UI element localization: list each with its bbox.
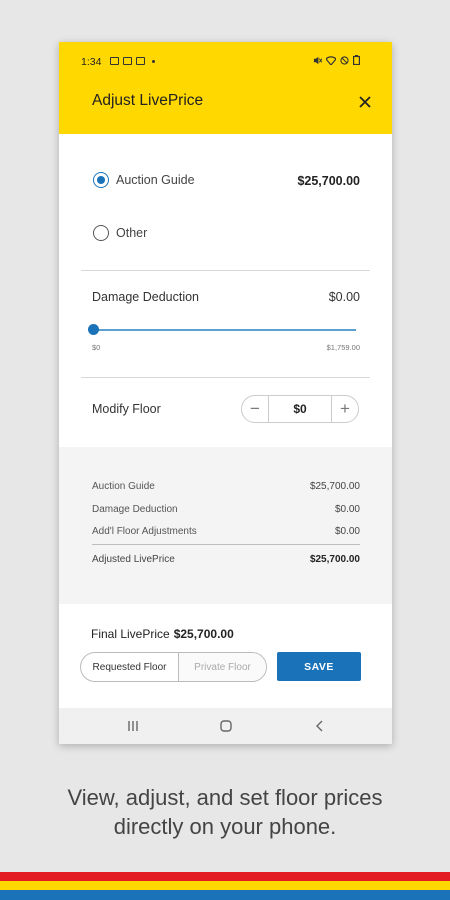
back-button[interactable] (310, 716, 330, 736)
radio-other[interactable]: Other (93, 225, 147, 241)
floor-type-toggle: Requested Floor Private Floor (80, 652, 267, 682)
divider (81, 270, 370, 271)
damage-slider-thumb[interactable] (88, 324, 99, 335)
final-liveprice-value: $25,700.00 (173, 627, 234, 641)
summary-value-floor-adjustments: $0.00 (334, 526, 360, 537)
image-icon (110, 57, 119, 65)
damage-slider-track[interactable] (94, 329, 356, 331)
increment-button[interactable]: + (332, 396, 358, 422)
system-status-icons (313, 55, 360, 65)
phone-screen: 1:34 Adjust LivePrice Auction Guide $25,… (59, 42, 392, 744)
caption-line-1: View, adjust, and set floor prices (67, 785, 383, 810)
adjusted-liveprice-value: $25,700.00 (309, 554, 360, 565)
final-liveprice-label: Final LivePrice (91, 627, 170, 641)
dot-icon (152, 60, 155, 63)
modify-floor-value[interactable]: $0 (269, 402, 331, 416)
damage-deduction-value: $0.00 (328, 290, 360, 304)
android-nav-bar (59, 708, 392, 744)
radio-button-checked[interactable] (93, 172, 109, 188)
home-icon (220, 720, 232, 732)
page-title: Adjust LivePrice (92, 92, 204, 109)
message-icon (123, 57, 132, 65)
save-button[interactable]: SAVE (277, 652, 361, 681)
back-icon (316, 720, 323, 732)
slider-min-label: $0 (92, 343, 101, 352)
damage-deduction-label: Damage Deduction (92, 290, 200, 304)
adjusted-liveprice-label: Adjusted LivePrice (92, 554, 175, 565)
close-button[interactable] (355, 92, 375, 112)
close-icon (359, 96, 371, 108)
notification-icons (110, 57, 155, 65)
modify-floor-label: Modify Floor (92, 402, 161, 416)
app-header: 1:34 Adjust LivePrice (59, 42, 392, 134)
caption-line-2: directly on your phone. (113, 814, 337, 839)
clipboard-icon (136, 57, 145, 65)
requested-floor-option[interactable]: Requested Floor (81, 653, 179, 681)
brand-stripe-yellow (0, 881, 450, 890)
summary-label-auction-guide: Auction Guide (92, 481, 155, 492)
mute-icon (313, 56, 322, 64)
summary-value-auction-guide: $25,700.00 (309, 481, 360, 492)
decrement-button[interactable]: − (242, 396, 268, 422)
divider (81, 377, 370, 378)
brand-stripe-red (0, 872, 450, 881)
home-button[interactable] (216, 716, 236, 736)
status-time: 1:34 (81, 56, 102, 68)
modify-floor-stepper: − $0 + (241, 395, 359, 423)
summary-value-damage-deduction: $0.00 (334, 504, 360, 515)
summary-divider (92, 544, 360, 545)
final-liveprice: Final LivePrice $25,700.00 (91, 627, 234, 641)
brand-stripe-blue (0, 890, 450, 900)
auction-guide-value: $25,700.00 (297, 174, 360, 188)
marketing-caption: View, adjust, and set floor prices direc… (0, 783, 450, 841)
radio-auction-guide[interactable]: Auction Guide (93, 172, 195, 188)
price-summary: Auction Guide $25,700.00 Damage Deductio… (59, 447, 392, 604)
radio-button-unchecked[interactable] (93, 225, 109, 241)
do-not-disturb-icon (340, 55, 349, 65)
summary-label-floor-adjustments: Add'l Floor Adjustments (92, 526, 197, 537)
slider-max-label: $1,759.00 (326, 343, 360, 352)
battery-icon (353, 55, 360, 65)
recents-icon (128, 721, 138, 731)
wifi-icon (326, 55, 336, 65)
radio-label-other: Other (116, 226, 148, 240)
recents-button[interactable] (123, 716, 143, 736)
private-floor-option[interactable]: Private Floor (179, 653, 266, 681)
summary-label-damage-deduction: Damage Deduction (92, 504, 178, 515)
radio-label-auction-guide: Auction Guide (116, 173, 195, 187)
